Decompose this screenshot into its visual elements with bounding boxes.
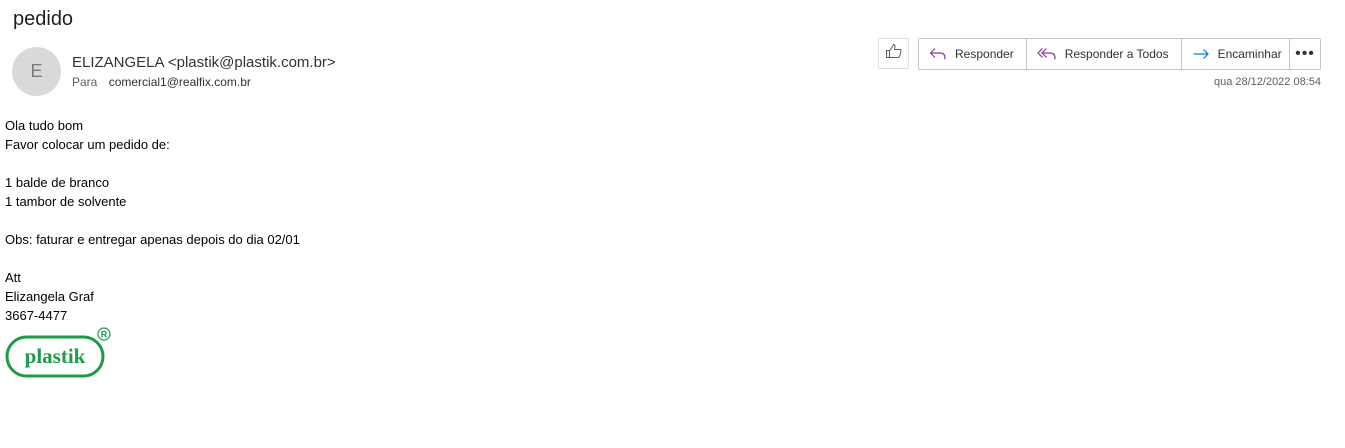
message-timestamp: qua 28/12/2022 08:54 [1213,76,1321,88]
reply-icon [929,47,947,61]
body-line: Att [5,270,21,285]
forward-label: Encaminhar [1217,47,1282,61]
reply-all-icon [1036,47,1057,61]
recipients-line: Para comercial1@realfix.com.br [72,75,251,89]
to-address[interactable]: comercial1@realfix.com.br [109,75,251,89]
body-line: 1 tambor de solvente [5,194,127,209]
forward-button[interactable]: Encaminhar [1182,39,1294,69]
body-line: Favor colocar um pedido de: [5,137,170,152]
logo-text: plastik [25,344,86,368]
to-label: Para [72,75,98,89]
reply-button[interactable]: Responder [919,39,1027,69]
svg-text:R: R [101,330,108,340]
reply-all-label: Responder a Todos [1064,47,1169,61]
body-line [5,154,300,173]
body-line: 1 balde de branco [5,175,110,190]
email-body: Ola tudo bom Favor colocar um pedido de:… [5,116,300,325]
body-line: Elizangela Graf [5,289,94,304]
forward-icon [1192,47,1210,61]
sender-name[interactable]: ELIZANGELA <plastik@plastik.com.br> [72,54,336,71]
sender-avatar[interactable]: E [12,47,61,96]
body-line [5,211,300,230]
plastik-logo: plastik R [4,326,114,385]
body-line: Ola tudo bom [5,118,84,133]
email-subject: pedido [13,8,74,30]
like-button[interactable] [878,38,909,69]
body-line [5,249,300,268]
body-line: 3667-4477 [5,308,68,323]
reply-all-button[interactable]: Responder a Todos [1027,39,1182,69]
body-line: Obs: faturar e entregar apenas depois do… [5,232,300,247]
message-actions: Responder Responder a Todos Encaminhar [918,38,1295,70]
reply-label: Responder [955,47,1014,61]
more-actions-button[interactable]: ••• [1289,38,1321,70]
thumbs-up-icon [885,43,903,64]
